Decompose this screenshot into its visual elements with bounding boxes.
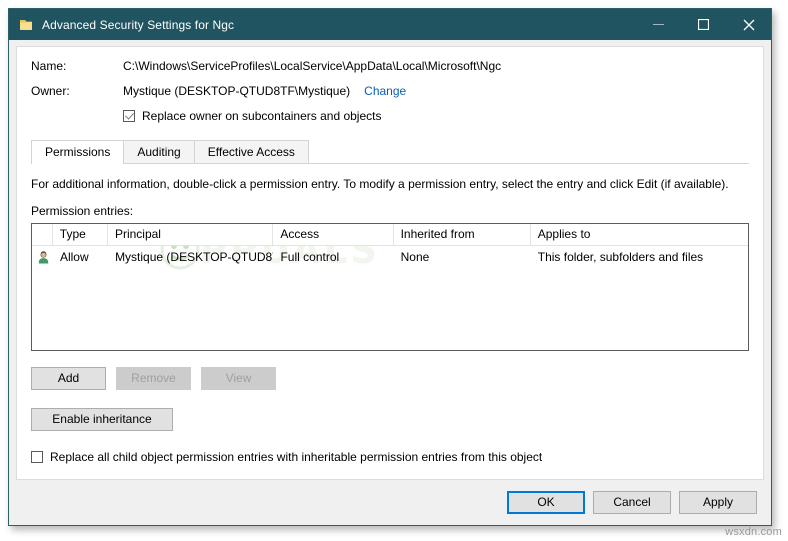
- replace-owner-checkbox[interactable]: [123, 110, 135, 122]
- permission-entries-label: Permission entries:: [31, 204, 134, 218]
- name-row: Name: C:\Windows\ServiceProfiles\LocalSe…: [31, 59, 749, 73]
- cell-type: Allow: [59, 250, 89, 264]
- view-button: View: [201, 367, 276, 390]
- cell-access: Full control: [280, 250, 340, 264]
- window-title: Advanced Security Settings for Ngc: [42, 17, 235, 32]
- add-button[interactable]: Add: [31, 367, 106, 390]
- listview-rows: Allow Mystique (DESKTOP-QTUD8T... Full c…: [32, 246, 748, 268]
- window-controls: [636, 9, 771, 40]
- title-bar: Advanced Security Settings for Ngc: [9, 9, 771, 40]
- apply-button[interactable]: Apply: [679, 491, 757, 514]
- column-inherited-from[interactable]: Inherited from: [394, 224, 531, 245]
- folder-icon: [18, 17, 34, 33]
- replace-all-row: Replace all child object permission entr…: [31, 450, 749, 464]
- content-panel: Name: C:\Windows\ServiceProfiles\LocalSe…: [16, 46, 764, 480]
- maximize-button[interactable]: [681, 9, 726, 40]
- dialog-footer: OK Cancel Apply: [9, 480, 771, 525]
- replace-owner-row: Replace owner on subcontainers and objec…: [123, 109, 749, 123]
- column-type[interactable]: Type: [53, 224, 108, 245]
- column-principal[interactable]: Principal: [108, 224, 274, 245]
- page-watermark: wsxdn.com: [725, 526, 782, 538]
- enable-inheritance-button[interactable]: Enable inheritance: [31, 408, 173, 431]
- replace-all-label: Replace all child object permission entr…: [50, 450, 543, 464]
- cancel-button[interactable]: Cancel: [593, 491, 671, 514]
- window-content: Name: C:\Windows\ServiceProfiles\LocalSe…: [9, 40, 771, 480]
- name-label: Name:: [31, 59, 67, 73]
- owner-label: Owner:: [31, 84, 70, 98]
- cell-inherited-from: None: [400, 250, 430, 264]
- permission-entries-listview[interactable]: PPUALS Type Principal Access Inherited f…: [31, 223, 749, 351]
- column-access[interactable]: Access: [273, 224, 394, 245]
- inheritance-row: Enable inheritance: [31, 408, 749, 431]
- replace-all-checkbox[interactable]: [31, 451, 43, 463]
- cell-applies-to: This folder, subfolders and files: [537, 250, 704, 264]
- remove-button: Remove: [116, 367, 191, 390]
- name-value: C:\Windows\ServiceProfiles\LocalService\…: [123, 59, 502, 73]
- minimize-button[interactable]: [636, 9, 681, 40]
- tab-bar: Permissions Auditing Effective Access: [31, 139, 749, 164]
- table-row[interactable]: Allow Mystique (DESKTOP-QTUD8T... Full c…: [32, 246, 748, 268]
- change-owner-link[interactable]: Change: [364, 84, 406, 98]
- tab-permissions[interactable]: Permissions: [31, 140, 125, 164]
- tab-effective-access[interactable]: Effective Access: [193, 140, 309, 163]
- listview-header: Type Principal Access Inherited from App…: [32, 224, 748, 246]
- tab-auditing[interactable]: Auditing: [123, 140, 195, 163]
- replace-owner-label: Replace owner on subcontainers and objec…: [142, 109, 382, 123]
- close-button[interactable]: [726, 9, 771, 40]
- entry-actions-row: Add Remove View: [31, 367, 749, 390]
- column-icon: [32, 224, 53, 245]
- advanced-security-settings-window: Advanced Security Settings for Ngc Name:…: [8, 8, 772, 526]
- owner-row: Owner: Mystique (DESKTOP-QTUD8TF\Mystiqu…: [31, 84, 749, 98]
- owner-value: Mystique (DESKTOP-QTUD8TF\Mystique): [123, 84, 351, 98]
- user-icon: [32, 250, 53, 265]
- info-text: For additional information, double-click…: [31, 177, 729, 191]
- column-applies-to[interactable]: Applies to: [531, 224, 748, 245]
- ok-button[interactable]: OK: [507, 491, 585, 514]
- cell-principal: Mystique (DESKTOP-QTUD8T...: [115, 250, 274, 264]
